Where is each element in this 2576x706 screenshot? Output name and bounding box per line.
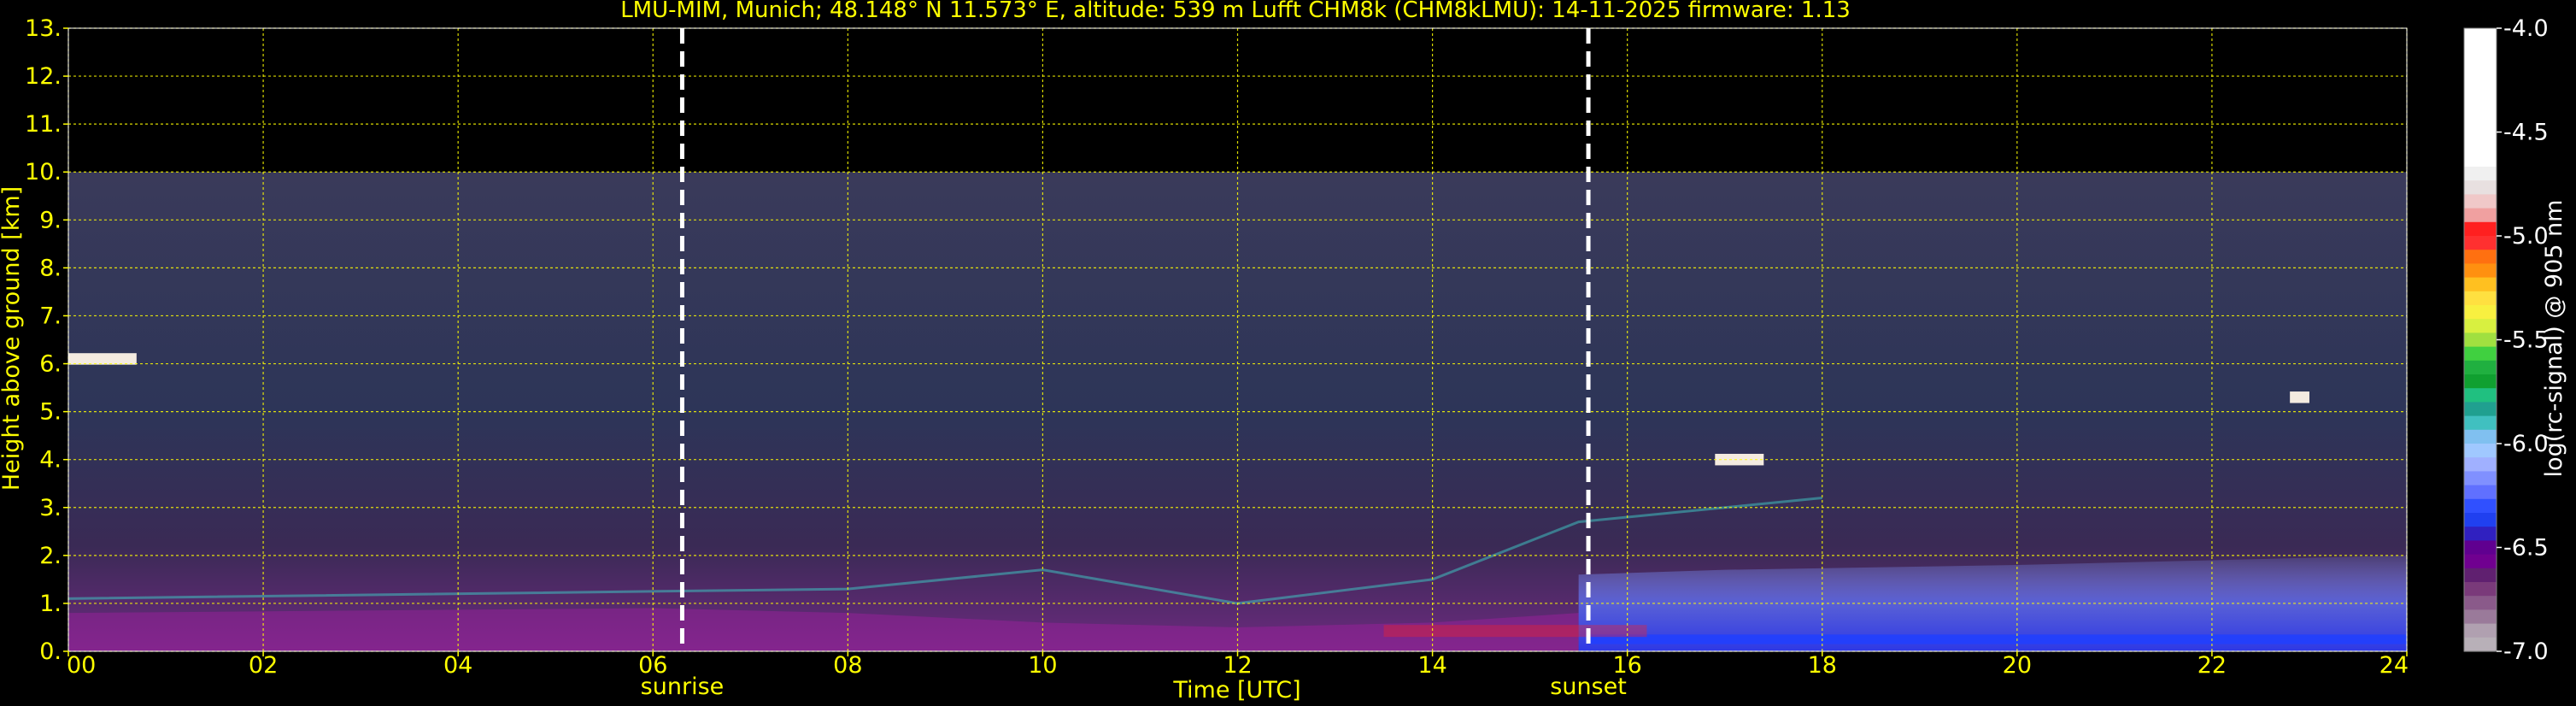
colorbar-segment bbox=[2464, 152, 2497, 168]
colorbar-segment bbox=[2464, 360, 2497, 375]
x-tick-label: 08 bbox=[833, 652, 862, 679]
y-tick-label: 10. bbox=[25, 159, 62, 185]
y-tick-label: 6. bbox=[39, 351, 62, 378]
colorbar-tick-label: -7.0 bbox=[2503, 638, 2549, 665]
x-tick-label: 14 bbox=[1417, 652, 1446, 679]
colorbar-segment bbox=[2464, 332, 2497, 348]
x-tick-label: 06 bbox=[638, 652, 667, 679]
colorbar-segment bbox=[2464, 180, 2497, 195]
plot-area bbox=[67, 27, 2408, 652]
colorbar-segment bbox=[2464, 415, 2497, 431]
colorbar-segment bbox=[2464, 540, 2497, 556]
colorbar-segment bbox=[2464, 582, 2497, 597]
colorbar-segment bbox=[2464, 554, 2497, 569]
colorbar-label: log(rc-signal) @ 905 nm bbox=[2541, 200, 2567, 478]
colorbar-segment bbox=[2464, 429, 2497, 444]
colorbar-segment bbox=[2464, 28, 2497, 43]
strong-signal-band bbox=[1383, 625, 1647, 638]
colorbar-segment bbox=[2464, 138, 2497, 154]
colorbar-segment bbox=[2464, 374, 2497, 389]
colorbar-segment bbox=[2464, 125, 2497, 140]
x-tick-label: 04 bbox=[443, 652, 472, 679]
colorbar-segment bbox=[2464, 485, 2497, 500]
x-tick-label: 20 bbox=[2003, 652, 2032, 679]
y-tick-label: 3. bbox=[39, 495, 62, 521]
colorbar-segment bbox=[2464, 319, 2497, 333]
y-tick-label: 7. bbox=[39, 303, 62, 329]
colorbar-segment bbox=[2464, 623, 2497, 638]
x-tick-label: 18 bbox=[1808, 652, 1837, 679]
y-tick-label: 12. bbox=[25, 63, 62, 90]
colorbar-segment bbox=[2464, 221, 2497, 237]
colorbar-segment bbox=[2464, 236, 2497, 250]
ceilometer-chart: sunrise sunset00 02 04 06 08 10 12 14 16 18 20 22 240… bbox=[0, 0, 2567, 703]
cloud-layer bbox=[2290, 391, 2309, 403]
colorbar-segment bbox=[2464, 527, 2497, 541]
colorbar-segment bbox=[2464, 69, 2497, 85]
x-tick-label: 10 bbox=[1028, 652, 1057, 679]
y-tick-label: 9. bbox=[39, 207, 62, 233]
x-tick-label: 24 bbox=[2379, 652, 2409, 679]
colorbar-segment bbox=[2464, 471, 2497, 486]
colorbar-segment bbox=[2464, 291, 2497, 306]
colorbar-segment bbox=[2464, 498, 2497, 514]
x-tick-label: 02 bbox=[249, 652, 278, 679]
colorbar-segment bbox=[2464, 194, 2497, 209]
colorbar-segment bbox=[2464, 83, 2497, 98]
colorbar-tick-label: -4.0 bbox=[2503, 15, 2549, 42]
colorbar-segment bbox=[2464, 609, 2497, 625]
y-tick-label: 4. bbox=[39, 447, 62, 474]
colorbar-segment bbox=[2464, 444, 2497, 458]
y-axis-label: Height above ground [km] bbox=[0, 186, 25, 491]
x-tick-label: 12 bbox=[1223, 652, 1252, 679]
y-tick-label: 13. bbox=[25, 15, 62, 42]
x-tick-label: 22 bbox=[2198, 652, 2227, 679]
y-tick-label: 0. bbox=[39, 638, 62, 665]
colorbar-segment bbox=[2464, 167, 2497, 181]
colorbar-segment bbox=[2464, 56, 2497, 71]
colorbar-segment bbox=[2464, 305, 2497, 320]
y-tick-label: 11. bbox=[25, 111, 62, 138]
colorbar-segment bbox=[2464, 42, 2497, 56]
colorbar-segment bbox=[2464, 263, 2497, 279]
colorbar-segment bbox=[2464, 568, 2497, 583]
colorbar-tick-label: -4.5 bbox=[2503, 120, 2549, 146]
x-axis-label: Time [UTC] bbox=[1172, 677, 1300, 703]
colorbar-segment bbox=[2464, 637, 2497, 652]
colorbar-segment bbox=[2464, 277, 2497, 292]
y-tick-label: 2. bbox=[39, 543, 62, 569]
y-tick-label: 8. bbox=[39, 255, 62, 281]
colorbar-segment bbox=[2464, 97, 2497, 112]
colorbar-segment bbox=[2464, 513, 2497, 527]
colorbar-segment bbox=[2464, 596, 2497, 610]
colorbar-tick-label: -6.5 bbox=[2503, 535, 2549, 562]
colorbar-segment bbox=[2464, 111, 2497, 126]
colorbar-segment bbox=[2464, 388, 2497, 403]
colorbar-segment bbox=[2464, 402, 2497, 417]
colorbar-segment bbox=[2464, 457, 2497, 472]
x-tick-label: 16 bbox=[1612, 652, 1641, 679]
x-tick-label: 00 bbox=[67, 652, 96, 679]
chart-title: LMU-MIM, Munich; 48.148° N 11.573° E, al… bbox=[620, 0, 1851, 23]
colorbar-segment bbox=[2464, 346, 2497, 362]
y-tick-label: 5. bbox=[39, 399, 62, 426]
colorbar-segment bbox=[2464, 250, 2497, 264]
y-tick-label: 1. bbox=[39, 591, 62, 617]
colorbar-segment bbox=[2464, 208, 2497, 223]
cloud-layer bbox=[68, 353, 137, 365]
residual-layer-band bbox=[1588, 634, 2407, 644]
colorbar: -4.0-4.5-5.0-5.5-6.0-6.5-7.0 bbox=[2463, 15, 2549, 665]
